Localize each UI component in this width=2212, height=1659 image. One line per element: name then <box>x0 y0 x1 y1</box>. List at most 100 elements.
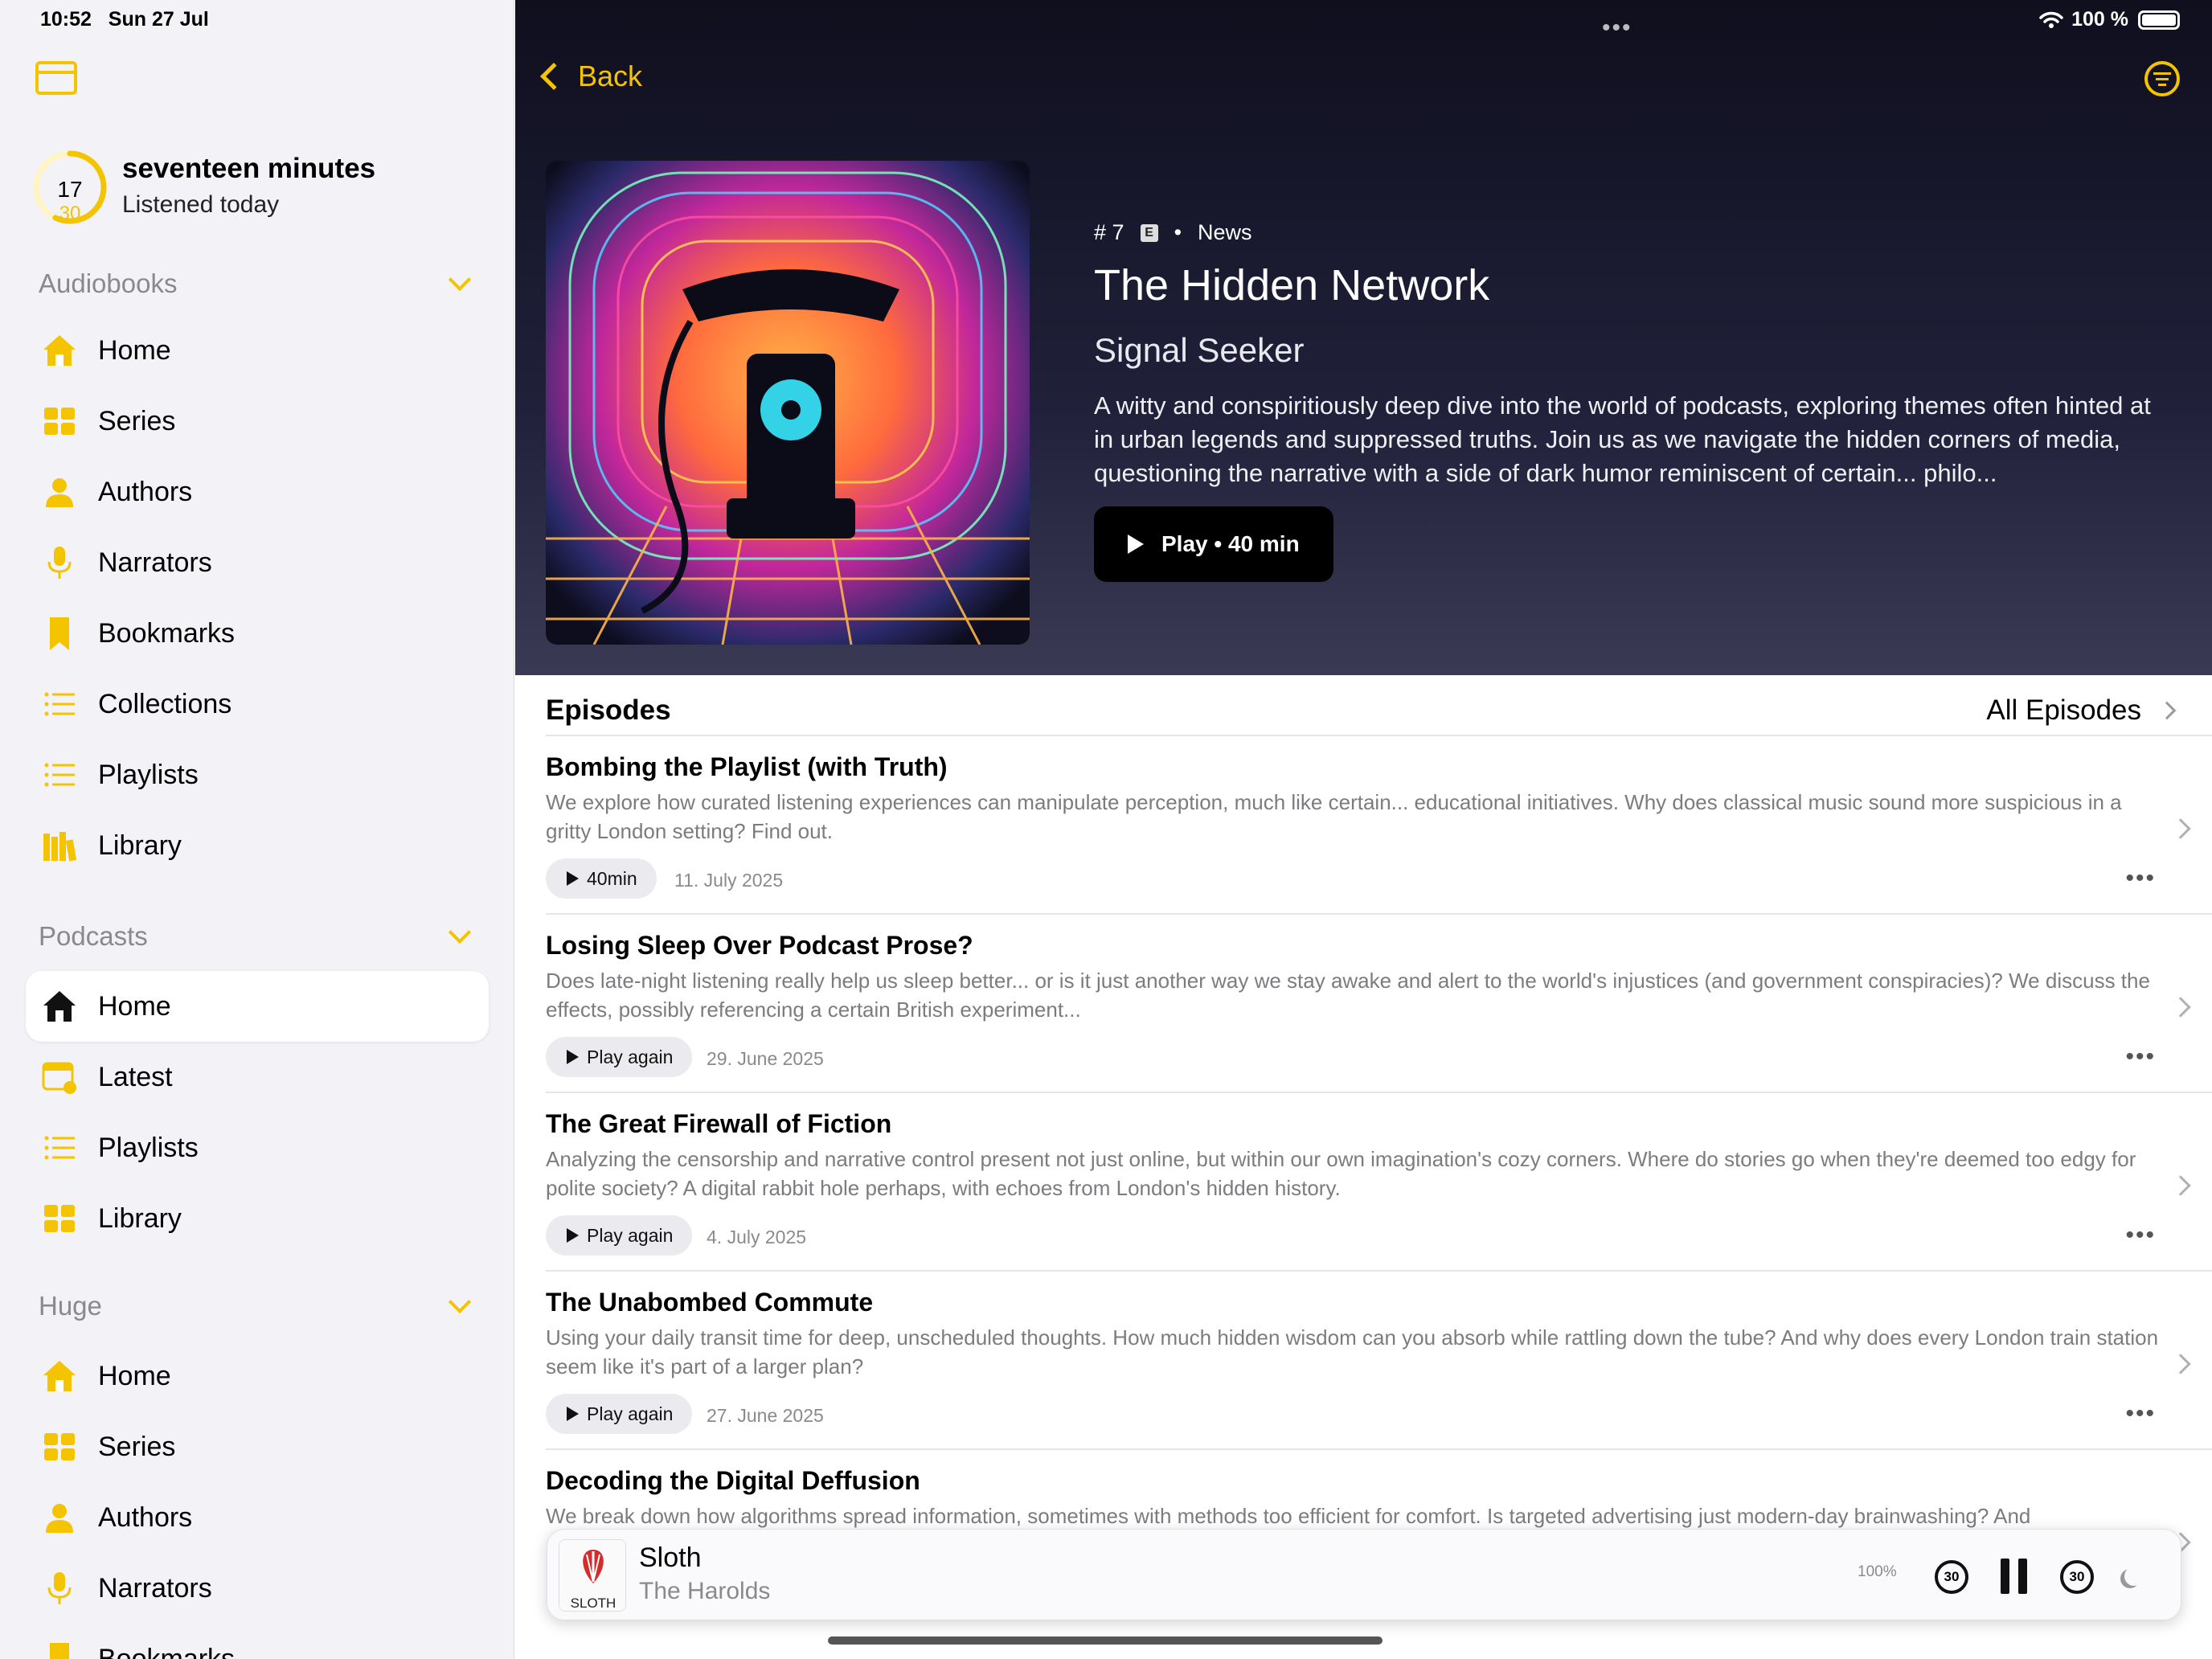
episode-date: 4. July 2025 <box>707 1227 807 1247</box>
sleep-timer-icon[interactable] <box>2124 1567 2144 1586</box>
chevron-right-icon[interactable] <box>2170 1354 2191 1374</box>
episode-date: 11. July 2025 <box>674 870 784 891</box>
episode-row-title: Losing Sleep Over Podcast Prose? <box>546 931 973 960</box>
divider <box>546 1448 2212 1450</box>
episode-row[interactable]: Bombing the Playlist (with Truth) We exp… <box>515 744 2212 923</box>
section-huge[interactable]: Huge <box>39 1291 102 1321</box>
chevron-right-icon[interactable] <box>2170 1175 2191 1196</box>
play-button[interactable]: Play • 40 min <box>1094 506 1333 582</box>
player-artwork: SLOTH <box>559 1539 626 1612</box>
episode-play-button[interactable]: Play again <box>546 1037 693 1077</box>
sidebar-item-label: Bookmarks <box>98 617 236 649</box>
episode-row[interactable]: The Great Firewall of Fiction Analyzing … <box>515 1101 2212 1280</box>
bookmark-icon <box>40 1640 79 1659</box>
sidebar-item-home[interactable]: Home <box>26 1341 489 1411</box>
sidebar-item-label: Bookmarks <box>98 1643 236 1659</box>
more-options-icon[interactable]: ••• <box>2125 1400 2156 1428</box>
sidebar-item-library[interactable]: Library <box>26 1183 489 1254</box>
chevron-down-icon[interactable] <box>448 268 472 292</box>
sidebar-item-home[interactable]: Home <box>26 315 489 386</box>
sidebar-toggle-icon[interactable] <box>35 61 77 95</box>
chevron-down-icon[interactable] <box>448 1290 472 1314</box>
sidebar-item-label: Narrators <box>98 547 212 578</box>
sidebar-item-bookmarks[interactable]: Bookmarks <box>26 598 489 669</box>
sidebar-item-label: Authors <box>98 1501 193 1533</box>
house-icon <box>40 987 79 1026</box>
play-icon <box>567 1050 579 1064</box>
microphone-icon <box>40 543 79 582</box>
filter-menu-icon[interactable] <box>2144 61 2180 96</box>
player-artist: The Harolds <box>639 1578 771 1604</box>
sidebar-item-playlists[interactable]: Playlists <box>26 739 489 810</box>
books-icon <box>40 826 79 865</box>
skip-back-icon[interactable]: 30 <box>1935 1560 1968 1594</box>
person-icon <box>40 473 79 511</box>
episode-artwork <box>546 161 1030 645</box>
more-options-icon[interactable]: ••• <box>2125 1222 2156 1249</box>
person-icon <box>40 1498 79 1537</box>
more-options-icon[interactable]: ••• <box>2125 865 2156 892</box>
sidebar-item-authors[interactable]: Authors <box>26 1482 489 1553</box>
sidebar-item-narrators[interactable]: Narrators <box>26 527 489 598</box>
chevron-left-icon <box>540 63 567 90</box>
section-podcasts[interactable]: Podcasts <box>39 921 148 952</box>
skip-forward-icon[interactable]: 30 <box>2060 1560 2094 1594</box>
sidebar-item-latest[interactable]: Latest <box>26 1042 489 1112</box>
list-icon <box>40 1129 79 1167</box>
sidebar-item-home[interactable]: Home <box>26 971 489 1042</box>
divider <box>546 1092 2212 1093</box>
bookmark-icon <box>40 614 79 653</box>
episode-row-title: The Unabombed Commute <box>546 1288 874 1317</box>
sidebar-item-narrators[interactable]: Narrators <box>26 1553 489 1624</box>
house-icon <box>40 331 79 370</box>
sidebar-item-label: Library <box>98 1202 182 1234</box>
section-audiobooks[interactable]: Audiobooks <box>39 268 177 299</box>
sidebar-item-series[interactable]: Series <box>26 1411 489 1482</box>
sidebar-item-label: Home <box>98 334 171 366</box>
divider <box>546 1270 2212 1272</box>
grid-icon <box>40 1428 79 1466</box>
back-button[interactable]: Back <box>538 59 642 93</box>
goal-minutes: 30 <box>59 203 81 224</box>
episode-description[interactable]: A witty and conspiritiously deep dive in… <box>1094 389 2171 490</box>
episode-meta: # 7 E • News <box>1094 220 1252 245</box>
microphone-icon <box>40 1569 79 1608</box>
playback-rate-button[interactable]: 100% <box>1858 1563 1897 1581</box>
play-icon <box>567 1407 579 1421</box>
episode-row-title: Bombing the Playlist (with Truth) <box>546 752 948 781</box>
episode-play-button[interactable]: 40min <box>546 858 657 899</box>
more-options-icon[interactable]: ••• <box>2125 1043 2156 1071</box>
sidebar-item-label: Series <box>98 405 176 436</box>
grid-icon <box>40 402 79 440</box>
sidebar-item-library[interactable]: Library <box>26 810 489 881</box>
chevron-down-icon[interactable] <box>448 920 472 944</box>
sidebar-item-playlists[interactable]: Playlists <box>26 1112 489 1183</box>
episode-play-label: Play again <box>587 1046 674 1067</box>
episode-row[interactable]: The Unabombed Commute Using your daily t… <box>515 1280 2212 1458</box>
episode-number: 7 <box>1112 220 1124 244</box>
play-duration: 40 min <box>1227 531 1300 556</box>
sidebar-item-authors[interactable]: Authors <box>26 457 489 527</box>
list-icon <box>40 756 79 794</box>
chevron-right-icon[interactable] <box>2170 997 2191 1018</box>
episode-row-description: Analyzing the censorship and narrative c… <box>546 1147 2136 1200</box>
pause-icon[interactable] <box>2001 1559 2028 1594</box>
listened-subtitle: Listened today <box>122 191 280 218</box>
sidebar-item-bookmarks[interactable]: Bookmarks <box>26 1624 489 1659</box>
sidebar-item-series[interactable]: Series <box>26 386 489 457</box>
sidebar-item-collections[interactable]: Collections <box>26 669 489 739</box>
episode-play-label: Play again <box>587 1224 674 1246</box>
house-icon <box>40 1357 79 1395</box>
mini-player[interactable]: SLOTH Sloth The Harolds 100% 30 30 <box>547 1529 2181 1620</box>
chevron-right-icon[interactable] <box>2170 818 2191 839</box>
episode-play-button[interactable]: Play again <box>546 1215 693 1256</box>
episode-row-description: Does late-night listening really help us… <box>546 969 2150 1022</box>
podcast-name[interactable]: Signal Seeker <box>1094 331 1305 370</box>
all-episodes-link[interactable]: All Episodes <box>1986 694 2177 727</box>
episode-play-button[interactable]: Play again <box>546 1394 693 1434</box>
multitask-dots-icon[interactable]: ••• <box>1602 14 1632 42</box>
explicit-badge: E <box>1140 223 1158 242</box>
sidebar-item-label: Playlists <box>98 759 199 790</box>
episode-row[interactable]: Losing Sleep Over Podcast Prose? Does la… <box>515 923 2212 1101</box>
listening-goal-ring[interactable]: 17 30 <box>32 150 108 225</box>
